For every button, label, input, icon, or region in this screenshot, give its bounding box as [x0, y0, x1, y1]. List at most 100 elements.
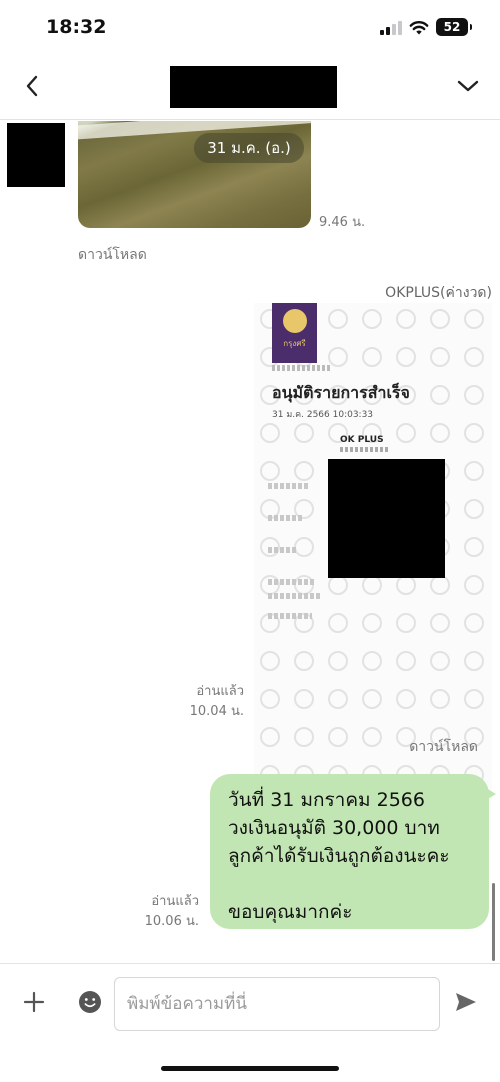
receipt-watermark — [430, 575, 450, 595]
chat-header — [0, 56, 500, 120]
chat-title-redacted — [170, 66, 337, 108]
receipt-watermark — [464, 689, 484, 709]
receipt-watermark — [396, 689, 416, 709]
send-button[interactable] — [450, 986, 482, 1018]
receipt-watermark — [464, 347, 484, 367]
battery-indicator: 52 — [436, 18, 472, 36]
receipt-watermark — [430, 613, 450, 633]
receipt-watermark — [260, 651, 280, 671]
cellular-signal-icon — [380, 21, 402, 35]
back-button[interactable] — [16, 70, 48, 102]
emoji-button[interactable] — [74, 986, 106, 1018]
bank-logo-caption — [272, 365, 332, 371]
sender-name: OKPLUS(ค่างวด) — [385, 285, 492, 301]
emoji-icon — [79, 991, 101, 1013]
bank-logo: กรุงศรี — [272, 303, 317, 363]
contact-avatar-redacted[interactable] — [7, 123, 65, 187]
receipt-watermark — [260, 575, 280, 595]
receipt-field-label — [268, 515, 302, 521]
receipt-watermark — [464, 651, 484, 671]
read-status: อ่านแล้ว — [196, 684, 244, 699]
receipt-watermark — [396, 651, 416, 671]
receipt-watermark — [464, 423, 484, 443]
message-time: 9.46 น. — [319, 215, 366, 230]
expand-menu-button[interactable] — [452, 70, 484, 102]
receipt-watermark — [396, 613, 416, 633]
receipt-watermark — [328, 575, 348, 595]
receipt-field-label — [268, 593, 320, 599]
receipt-watermark — [328, 309, 348, 329]
read-status: อ่านแล้ว — [151, 894, 199, 909]
plus-icon — [23, 991, 45, 1013]
status-time: 18:32 — [46, 16, 107, 38]
message-time: 10.04 น. — [189, 704, 244, 719]
attach-button[interactable] — [18, 986, 50, 1018]
receipt-watermark — [260, 727, 280, 747]
sent-message-bubble[interactable]: วันที่ 31 มกราคม 2566 วงเงินอนุมัติ 30,0… — [210, 774, 496, 929]
message-line: วงเงินอนุมัติ 30,000 บาท — [228, 817, 440, 839]
message-line: วันที่ 31 มกราคม 2566 — [228, 789, 425, 811]
receipt-merchant: OK PLUS — [340, 435, 384, 445]
read-receipt: อ่านแล้ว 10.06 น. — [143, 892, 199, 932]
receipt-title: อนุมัติรายการสำเร็จ — [272, 383, 410, 402]
receipt-image-message[interactable]: กรุงศรี อนุมัติรายการสำเร็จ 31 ม.ค. 2566… — [254, 303, 492, 840]
receipt-watermark — [328, 727, 348, 747]
message-list[interactable]: 31 ม.ค. (อ.) 9.46 น. ดาวน์โหลด OKPLUS(ค่… — [0, 121, 500, 963]
receipt-redacted-area — [328, 459, 445, 578]
receipt-watermark — [464, 385, 484, 405]
receipt-watermark — [260, 689, 280, 709]
message-input[interactable] — [114, 977, 440, 1031]
receipt-watermark — [464, 309, 484, 329]
receipt-watermark — [430, 651, 450, 671]
receipt-watermark — [430, 423, 450, 443]
receipt-watermark — [362, 347, 382, 367]
receipt-watermark — [396, 423, 416, 443]
message-line — [228, 870, 475, 898]
receipt-watermark — [362, 613, 382, 633]
receipt-watermark — [362, 727, 382, 747]
receipt-watermark — [328, 651, 348, 671]
message-line: ลูกค้าได้รับเงินถูกต้องนะคะ — [228, 845, 450, 867]
receipt-watermark — [430, 385, 450, 405]
receipt-watermark — [396, 347, 416, 367]
photo-message[interactable]: 31 ม.ค. (อ.) — [78, 121, 311, 228]
scrollbar[interactable] — [492, 883, 495, 961]
receipt-field-label — [268, 547, 298, 553]
receipt-watermark — [362, 575, 382, 595]
receipt-field-label — [268, 579, 316, 585]
composer-bar — [0, 963, 500, 1082]
receipt-watermark — [294, 727, 314, 747]
status-bar: 18:32 52 — [0, 0, 500, 56]
wifi-icon — [409, 21, 429, 35]
receipt-watermark — [396, 575, 416, 595]
receipt-watermark — [294, 651, 314, 671]
receipt-watermark — [362, 689, 382, 709]
send-icon — [456, 993, 476, 1011]
receipt-watermark — [328, 613, 348, 633]
message-time: 10.06 น. — [144, 914, 199, 929]
receipt-watermark — [464, 461, 484, 481]
download-link[interactable]: ดาวน์โหลด — [78, 244, 147, 266]
receipt-watermark — [464, 575, 484, 595]
receipt-watermark — [362, 309, 382, 329]
receipt-watermark — [430, 689, 450, 709]
receipt-field-label — [268, 613, 312, 619]
receipt-field-label — [268, 483, 308, 489]
receipt-watermark — [464, 499, 484, 519]
download-link[interactable]: ดาวน์โหลด — [409, 736, 478, 758]
home-indicator — [161, 1066, 339, 1071]
receipt-watermark — [328, 347, 348, 367]
receipt-watermark — [396, 309, 416, 329]
receipt-watermark — [430, 347, 450, 367]
chevron-down-icon — [457, 80, 479, 92]
receipt-watermark — [464, 537, 484, 557]
message-line: ขอบคุณมากค่ะ — [228, 901, 353, 923]
receipt-watermark — [294, 689, 314, 709]
receipt-watermark — [260, 423, 280, 443]
read-receipt: อ่านแล้ว 10.04 น. — [188, 682, 244, 722]
receipt-watermark — [294, 575, 314, 595]
receipt-merchant-id — [340, 447, 390, 452]
chevron-left-icon — [26, 75, 38, 97]
receipt-watermark — [464, 613, 484, 633]
receipt-watermark — [430, 309, 450, 329]
